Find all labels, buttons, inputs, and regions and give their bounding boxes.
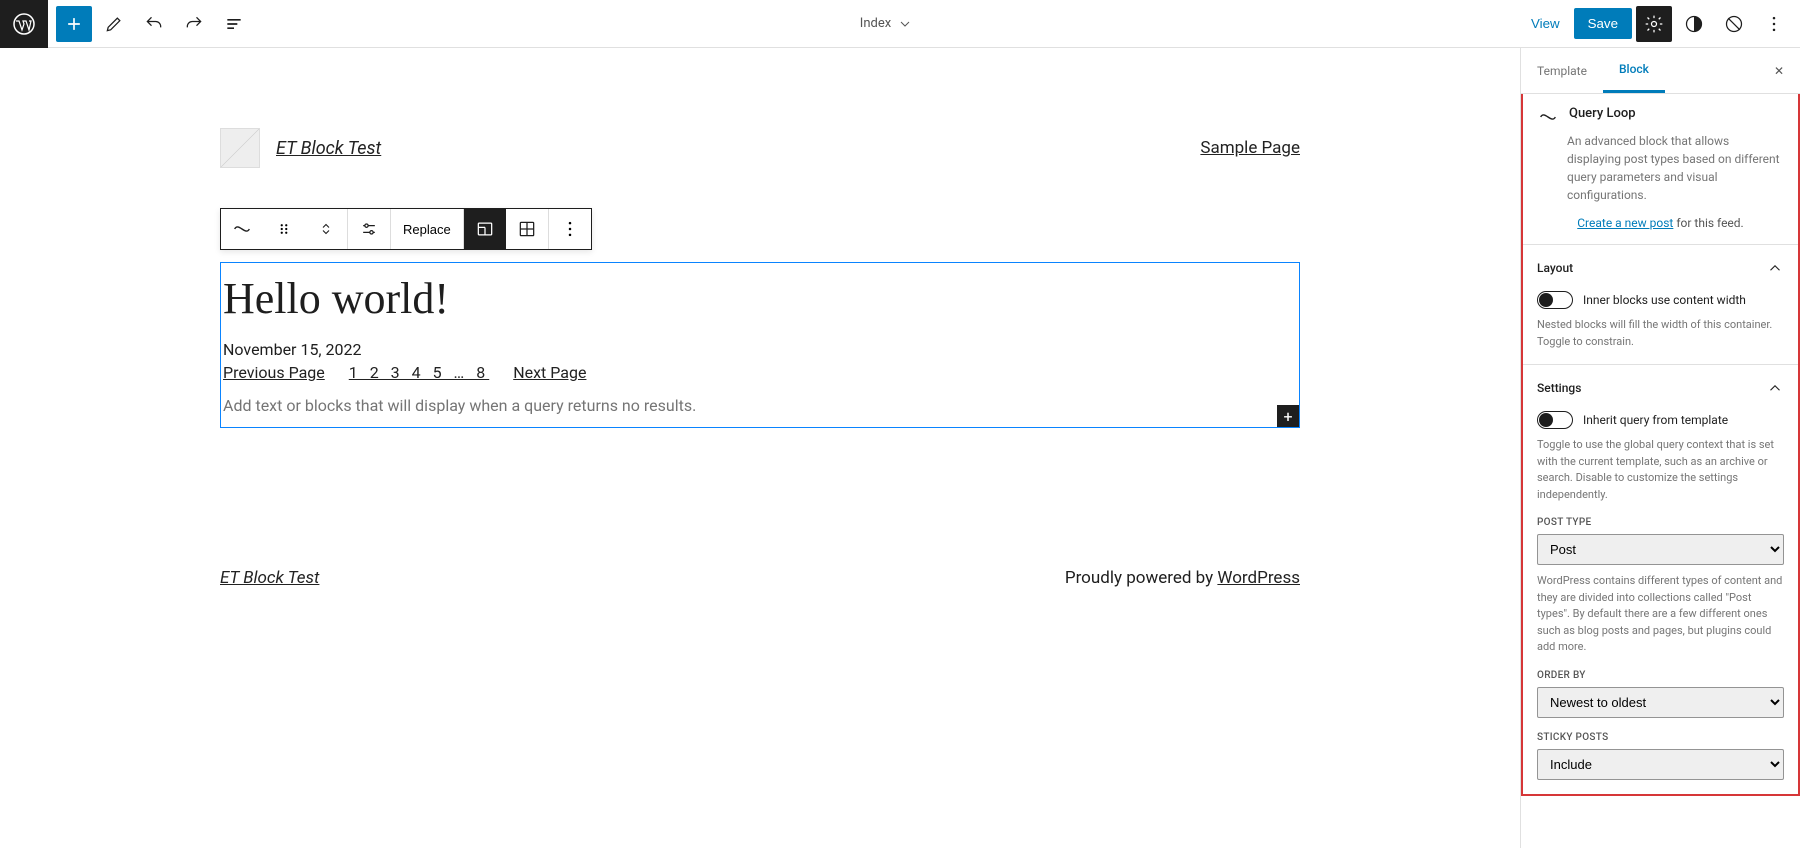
block-type-icon[interactable] [221, 209, 263, 249]
grid-layout-button[interactable] [506, 209, 548, 249]
block-more-options[interactable] [549, 209, 591, 249]
editor-canvas[interactable]: ET Block Test Sample Page Replace [0, 48, 1520, 848]
create-post-row: Create a new post for this feed. [1523, 216, 1798, 244]
create-new-post-link[interactable]: Create a new post [1577, 216, 1673, 230]
editor-topbar: Index View Save [0, 0, 1800, 48]
drag-handle[interactable] [263, 209, 305, 249]
chevron-up-icon [1766, 259, 1784, 277]
block-description: An advanced block that allows displaying… [1523, 128, 1798, 216]
pagination: Previous Page 1 2 3 4 5 … 8 Next Page [221, 359, 1299, 386]
styles-button[interactable] [1676, 6, 1712, 42]
move-up-down[interactable] [305, 209, 347, 249]
toggle-inherit-query-label: Inherit query from template [1583, 413, 1728, 427]
footer-wp-link[interactable]: WordPress [1217, 568, 1300, 588]
document-title[interactable]: Index [252, 16, 1521, 32]
pagination-prev[interactable]: Previous Page [223, 363, 325, 382]
pagination-next[interactable]: Next Page [513, 363, 586, 382]
block-inserter-button[interactable] [56, 6, 92, 42]
tab-block[interactable]: Block [1603, 48, 1665, 93]
block-toolbar: Replace [220, 208, 592, 250]
pagination-numbers[interactable]: 1 2 3 4 5 … 8 [349, 363, 489, 382]
post-type-label: POST TYPE [1537, 517, 1784, 528]
no-results-placeholder[interactable]: Add text or blocks that will display whe… [221, 386, 1299, 417]
site-header: ET Block Test Sample Page [220, 88, 1300, 208]
post-type-help: WordPress contains different types of co… [1537, 573, 1784, 656]
toggle-content-width[interactable] [1537, 291, 1573, 309]
chevron-up-icon [1766, 379, 1784, 397]
sticky-posts-select[interactable]: Include [1537, 749, 1784, 780]
list-layout-button[interactable] [464, 209, 506, 249]
more-options-button[interactable] [1756, 6, 1792, 42]
footer-credit: Proudly powered by WordPress [1065, 568, 1300, 588]
display-settings-button[interactable] [348, 209, 390, 249]
query-loop-block[interactable]: Hello world! November 15, 2022 Previous … [220, 262, 1300, 428]
site-footer: ET Block Test Proudly powered by WordPre… [220, 428, 1300, 628]
replace-button[interactable]: Replace [391, 209, 463, 249]
layout-help-text: Nested blocks will fill the width of thi… [1537, 317, 1784, 350]
toggle-content-width-label: Inner blocks use content width [1583, 293, 1746, 307]
redo-button[interactable] [176, 6, 212, 42]
tab-template[interactable]: Template [1521, 50, 1603, 92]
block-name-label: Query Loop [1569, 106, 1636, 128]
query-loop-icon [1537, 106, 1559, 128]
inherit-help-text: Toggle to use the global query context t… [1537, 437, 1784, 503]
list-view-button[interactable] [216, 6, 252, 42]
help-button[interactable] [1716, 6, 1752, 42]
toggle-inherit-query[interactable] [1537, 411, 1573, 429]
settings-sidebar: Template Block ✕ Query Loop An advanced … [1520, 48, 1800, 848]
undo-button[interactable] [136, 6, 172, 42]
order-by-label: ORDER BY [1537, 670, 1784, 681]
settings-toggle-button[interactable] [1636, 6, 1672, 42]
save-button[interactable]: Save [1574, 8, 1632, 39]
panel-layout-header[interactable]: Layout [1523, 245, 1798, 291]
site-logo-placeholder[interactable] [220, 128, 260, 168]
nav-link-sample-page[interactable]: Sample Page [1200, 138, 1300, 158]
view-button[interactable]: View [1521, 10, 1570, 37]
post-title[interactable]: Hello world! [221, 273, 1299, 324]
footer-site-title[interactable]: ET Block Test [220, 568, 319, 588]
edit-mode-button[interactable] [96, 6, 132, 42]
add-block-inline-button[interactable]: + [1277, 405, 1299, 427]
panel-settings-header[interactable]: Settings [1523, 365, 1798, 411]
order-by-select[interactable]: Newest to oldest [1537, 687, 1784, 718]
sticky-posts-label: STICKY POSTS [1537, 732, 1784, 743]
post-type-select[interactable]: Post [1537, 534, 1784, 565]
wp-logo[interactable] [0, 0, 48, 48]
document-title-text: Index [860, 16, 891, 31]
post-date[interactable]: November 15, 2022 [221, 340, 1299, 359]
site-title[interactable]: ET Block Test [276, 138, 381, 159]
sidebar-close-button[interactable]: ✕ [1758, 64, 1800, 78]
chevron-down-icon [897, 16, 913, 32]
